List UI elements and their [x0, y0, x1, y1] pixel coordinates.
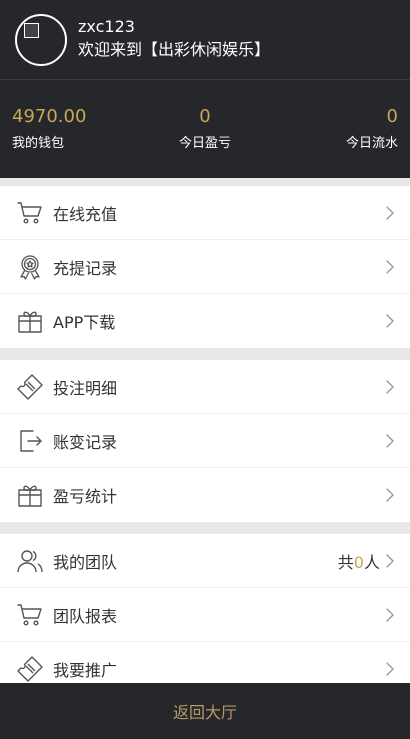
menu-item-label: 我的团队 — [53, 552, 118, 572]
menu-item-label: 我要推广 — [53, 661, 118, 680]
section-gap — [0, 178, 410, 186]
avatar[interactable] — [15, 13, 67, 66]
avatar-placeholder-icon — [24, 22, 39, 38]
stat-turnover-label: 今日流水 — [345, 136, 398, 151]
menu-item[interactable]: 在线充值 — [0, 186, 410, 240]
team-count-number: 0 — [353, 552, 364, 572]
chevron-right-icon — [384, 607, 396, 623]
back-to-lobby-label: 返回大厅 — [172, 703, 237, 722]
menu-item[interactable]: 盈亏统计 — [0, 468, 410, 522]
cart-icon — [16, 199, 44, 227]
cart-icon — [16, 601, 44, 629]
chevron-right-icon — [384, 487, 396, 503]
menu-item-label: 账变记录 — [53, 432, 118, 452]
menu-item[interactable]: APP下载 — [0, 294, 410, 348]
menu-item[interactable]: 投注明细 — [0, 360, 410, 414]
team-count-suffix: 人 — [363, 552, 380, 572]
gift-icon — [16, 481, 44, 509]
users-icon — [16, 547, 44, 575]
stat-turnover[interactable]: 0 今日流水 — [346, 106, 398, 153]
menu-item-label: 盈亏统计 — [53, 487, 118, 506]
stat-turnover-value: 0 — [386, 106, 398, 127]
team-count: 共0人 — [338, 549, 380, 573]
menu-item[interactable]: 账变记录 — [0, 414, 410, 468]
menu-item[interactable]: 团队报表 — [0, 588, 410, 642]
menu-item-label: 充提记录 — [53, 258, 118, 278]
chevron-right-icon — [384, 313, 396, 329]
welcome-text: 欢迎来到【出彩休闲娱乐】 — [78, 40, 271, 59]
stats-bar: 4970.00 我的钱包 0 今日盈亏 0 今日流水 — [0, 80, 410, 178]
menu-item[interactable]: 充提记录 — [0, 240, 410, 294]
ticket-icon — [16, 655, 44, 683]
menu-group: 在线充值充提记录 APP下载 — [0, 186, 410, 348]
ticket-icon — [16, 373, 44, 401]
menu-item[interactable]: 我的团队 共0人 — [0, 534, 410, 588]
menu-item-label: 团队报表 — [53, 606, 118, 626]
menu-item-label: APP下载 — [53, 313, 116, 332]
back-to-lobby-button[interactable]: 返回大厅 — [0, 683, 410, 739]
menu-group: 投注明细账变记录盈亏统计 — [0, 360, 410, 522]
exit-icon — [16, 427, 44, 455]
award-icon — [16, 253, 44, 281]
section-gap — [0, 522, 410, 534]
gift-icon — [16, 307, 44, 335]
profile-header: zxc123 欢迎来到【出彩休闲娱乐】 — [0, 0, 410, 80]
section-gap — [0, 348, 410, 360]
menu-item-label: 投注明细 — [53, 378, 118, 398]
chevron-right-icon — [384, 433, 396, 449]
menu: 在线充值充提记录 APP下载投注明细账变记录盈亏统计我的团队 共0人团队报表我要推广 — [0, 186, 410, 696]
menu-item-label: 在线充值 — [53, 204, 118, 224]
chevron-right-icon — [384, 259, 396, 275]
user-info: zxc123 欢迎来到【出彩休闲娱乐】 — [78, 17, 270, 62]
team-count-prefix: 共 — [337, 552, 354, 572]
menu-group: 我的团队 共0人团队报表我要推广 — [0, 534, 410, 696]
username: zxc123 — [78, 17, 135, 36]
chevron-right-icon — [384, 661, 396, 677]
chevron-right-icon — [384, 379, 396, 395]
chevron-right-icon — [384, 205, 396, 221]
chevron-right-icon — [384, 553, 396, 569]
